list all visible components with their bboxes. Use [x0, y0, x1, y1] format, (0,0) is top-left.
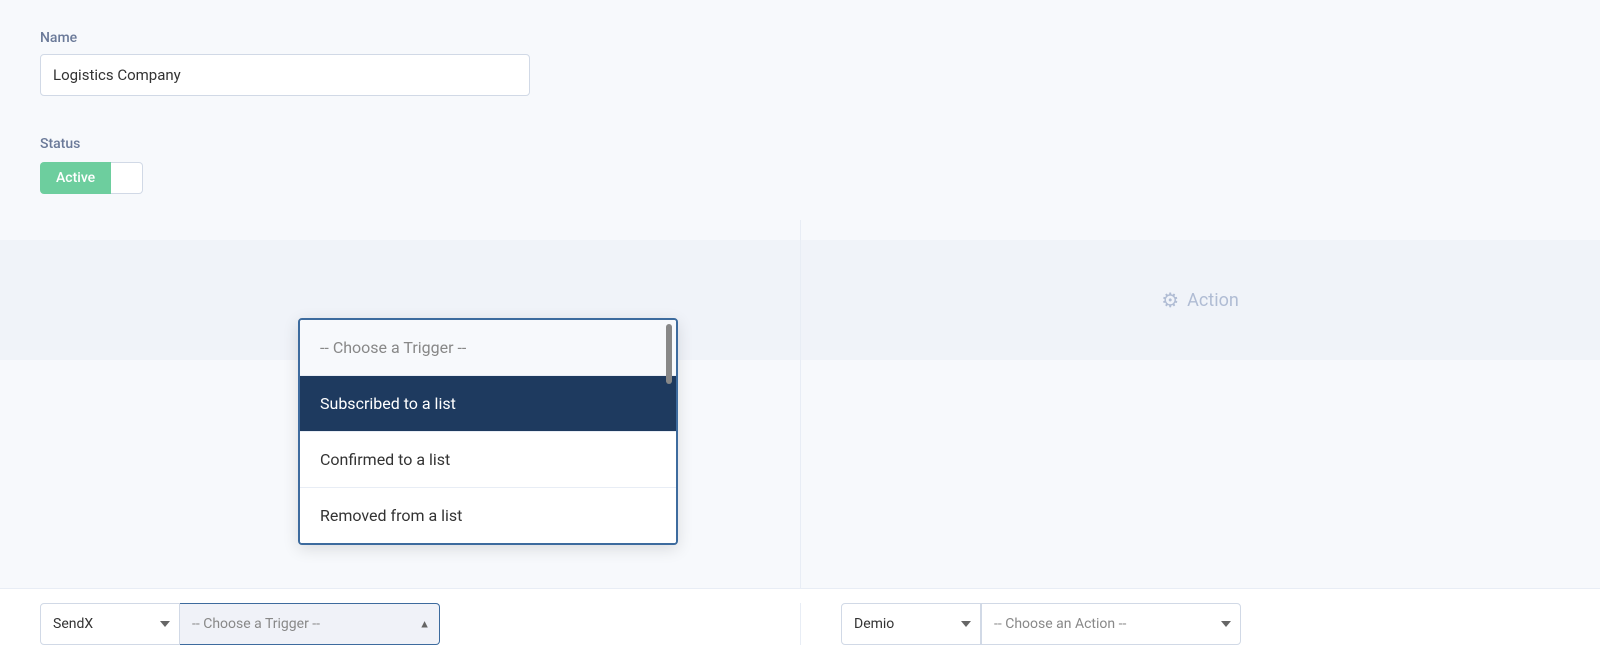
trigger-select-wrapper: -- Choose a Trigger -- Subscribed to a l…: [180, 603, 440, 645]
toggle-inactive-area[interactable]: [111, 162, 143, 194]
action-section: Demio -- Choose an Action --: [800, 603, 1600, 645]
active-button[interactable]: Active: [40, 162, 111, 194]
action-select-wrapper: -- Choose an Action --: [981, 603, 1241, 645]
trigger-section: SendX -- Choose a Trigger -- Subscribed …: [0, 603, 800, 645]
status-toggle: Active: [40, 162, 1560, 194]
dropdown-item-removed[interactable]: Removed from a list: [300, 488, 676, 543]
action-label: Action: [1187, 290, 1239, 311]
dropdown-container: -- Choose a Trigger -- Subscribed to a l…: [300, 320, 676, 543]
status-section: Status Active: [40, 136, 1560, 194]
trigger-platform-select[interactable]: SendX: [40, 603, 180, 645]
page-container: Name Status Active ⚙ Action -- Choose a …: [0, 0, 1600, 658]
dropdown-item-subscribed[interactable]: Subscribed to a list: [300, 376, 676, 432]
platform-select-wrapper: SendX: [40, 603, 180, 645]
bottom-row: SendX -- Choose a Trigger -- Subscribed …: [0, 588, 1600, 658]
name-field-section: Name: [40, 30, 1560, 96]
action-platform-select-wrapper: Demio: [841, 603, 981, 645]
trigger-dropdown-popup: -- Choose a Trigger -- Subscribed to a l…: [298, 318, 678, 545]
dropdown-item-choose-trigger[interactable]: -- Choose a Trigger --: [300, 320, 676, 376]
action-label-container: ⚙ Action: [1161, 288, 1239, 312]
vertical-divider: [800, 220, 801, 588]
dropdown-scrollbar[interactable]: [666, 324, 672, 384]
name-input[interactable]: [40, 54, 530, 96]
name-label: Name: [40, 30, 1560, 46]
dropdown-item-confirmed[interactable]: Confirmed to a list: [300, 432, 676, 488]
status-label: Status: [40, 136, 1560, 152]
action-select[interactable]: -- Choose an Action --: [981, 603, 1241, 645]
action-platform-select[interactable]: Demio: [841, 603, 981, 645]
trigger-select[interactable]: -- Choose a Trigger -- Subscribed to a l…: [180, 603, 440, 645]
action-area-background: ⚙ Action: [800, 240, 1600, 360]
gear-icon: ⚙: [1161, 288, 1179, 312]
